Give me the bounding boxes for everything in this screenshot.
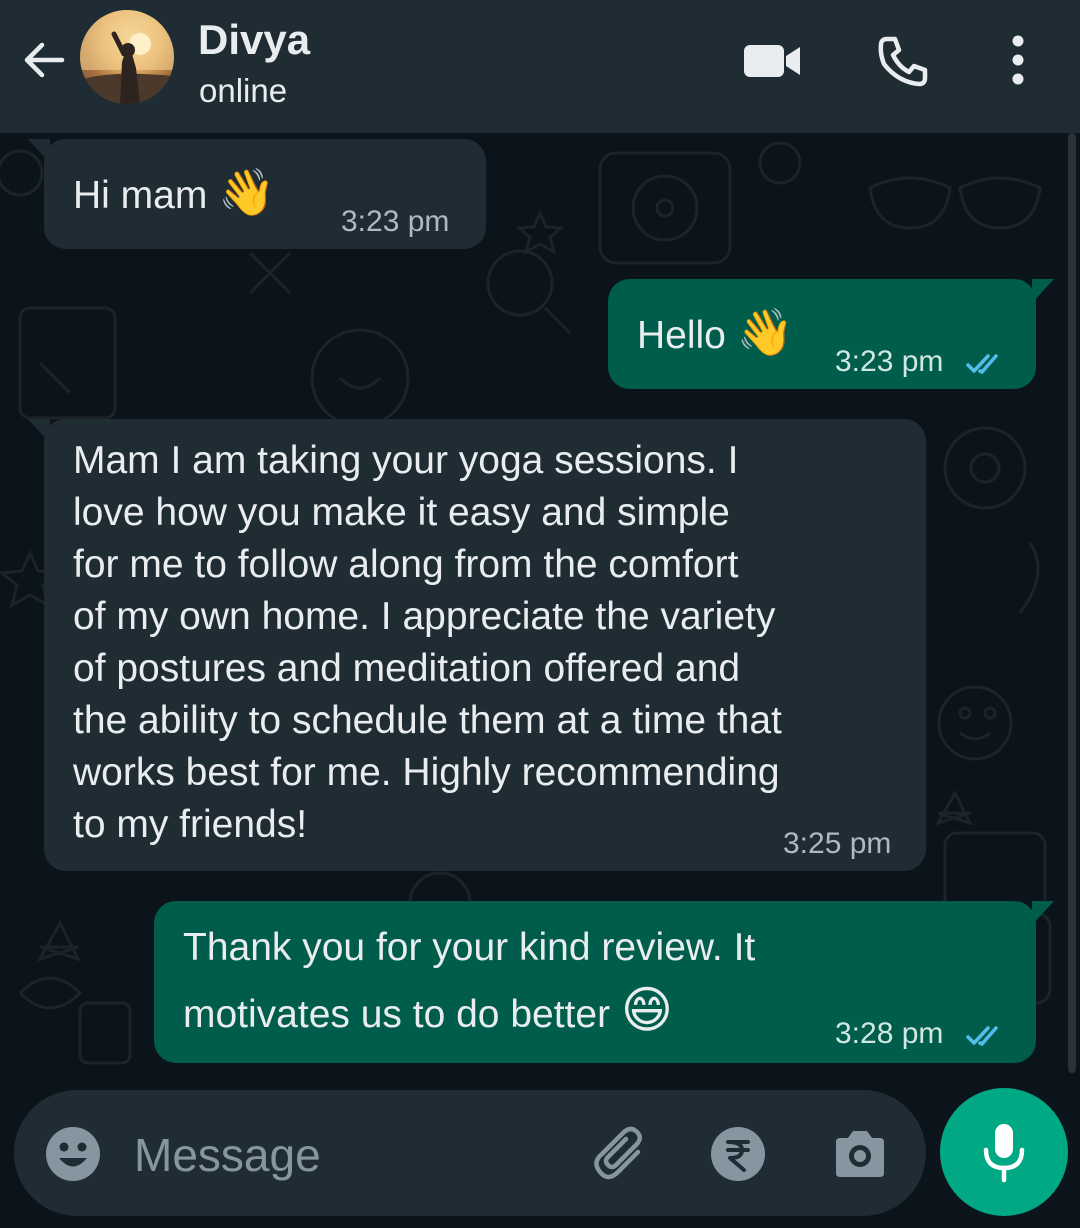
contact-name[interactable]: Divya [198,16,310,64]
phone-call-icon[interactable] [876,34,930,88]
voice-record-button[interactable] [940,1088,1068,1216]
message-time: 3:25 pm [783,827,892,860]
camera-icon[interactable] [832,1128,888,1180]
message-text-line: love how you make it easy and simple [73,491,730,534]
rupee-payment-icon[interactable] [710,1126,766,1182]
message-text-line: motivates us to do better [183,993,611,1036]
message-time: 3:23 pm [835,345,944,378]
message-text-line: Thank you for your kind review. It [183,926,756,969]
message-text-line: of my own home. I appreciate the variety [73,595,776,638]
message-text-line: for me to follow along from the comfort [73,543,739,586]
bubble-tail [1032,279,1054,303]
bubble-tail [28,419,50,443]
message-text-line: Mam I am taking your yoga sessions. I [73,439,739,482]
chat-area[interactable]: Hi mam 👋 3:23 pm Hello 👋 3:23 pm Mam I a… [0,133,1080,1228]
grinning-face-emoji: 😄 [620,982,674,1038]
message-time: 3:23 pm [341,205,450,238]
waving-hand-emoji: 👋 [736,306,794,358]
video-call-icon[interactable] [742,40,802,82]
bubble-tail [28,139,50,163]
message-input-bar[interactable]: Message [14,1090,926,1216]
message-text-line: works best for me. Highly recommending [73,751,780,794]
emoji-icon[interactable] [44,1125,102,1183]
waving-hand-emoji: 👋 [218,166,276,218]
message-bubble-incoming[interactable]: Hi mam 👋 3:23 pm [28,139,486,249]
message-text-line: to my friends! [73,803,308,846]
bubble-tail [1032,901,1054,925]
message-input[interactable]: Message [134,1128,321,1182]
contact-status: online [199,72,288,109]
message-bubble-outgoing[interactable]: Thank you for your kind review. It motiv… [154,901,1054,1063]
message-text: Hello [637,314,726,357]
mic-icon [983,1124,1025,1183]
message-bubble-outgoing[interactable]: Hello 👋 3:23 pm [608,279,1054,389]
more-options-icon[interactable] [1000,34,1036,86]
chat-header: Divya online [0,0,1080,133]
chat-scrollbar[interactable] [1068,133,1076,1073]
message-bubble-incoming[interactable]: Mam I am taking your yoga sessions. I lo… [28,419,926,871]
message-text-line: the ability to schedule them at a time t… [73,699,782,742]
attach-icon[interactable] [588,1124,648,1184]
avatar[interactable] [80,10,174,104]
read-receipt-icon [966,1026,998,1046]
back-arrow-icon[interactable] [18,34,70,86]
message-text-line: of postures and meditation offered and [73,647,741,690]
message-text: Hi mam [73,174,208,217]
message-time: 3:28 pm [835,1017,944,1050]
read-receipt-icon [966,354,998,374]
